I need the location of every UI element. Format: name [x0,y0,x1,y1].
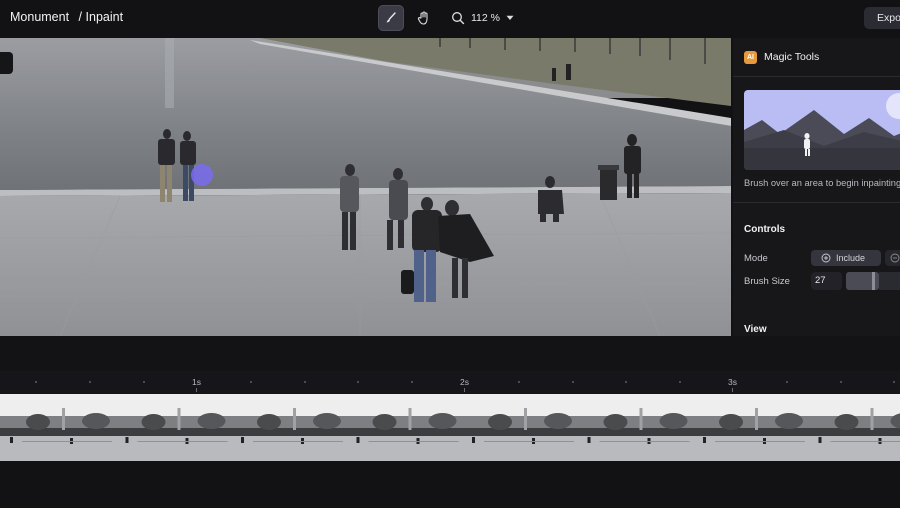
brush-icon [386,12,396,23]
slider-track[interactable] [879,272,900,290]
ruler-label-3s: 3s [728,377,737,387]
ruler-dot [893,381,895,383]
plus-circle-icon [821,253,831,263]
ruler-dot [679,381,681,383]
export-button[interactable]: Expo [864,7,900,29]
hand-tool-button[interactable] [411,5,437,31]
zoom-value: 112 % [471,12,500,24]
filmstrip-frames [0,394,900,461]
breadcrumb-separator: / [78,10,83,24]
ruler-dot [840,381,842,383]
brush-size-slider[interactable] [846,272,879,290]
inpaint-hint: Brush over an area to begin inpainting [744,178,900,188]
slider-thumb[interactable] [872,272,875,290]
filmstrip-frame [0,394,116,461]
controls-heading: Controls [744,224,786,235]
panel-title: Magic Tools [764,51,820,63]
mode-exclude-button[interactable] [885,250,900,266]
brush-tool-button[interactable] [378,5,404,31]
ruler-label-2s: 2s [460,377,469,387]
bottom-area [0,461,900,508]
magic-tools-icon: AI [744,51,757,64]
ruler-dot [572,381,574,383]
ruler-tick [464,388,465,392]
mode-include-button[interactable]: Include [811,250,881,266]
mountain-illustration-icon [744,90,900,170]
ruler-dot [250,381,252,383]
ruler-dot [518,381,520,383]
inpaint-illustration [744,90,900,170]
ruler-tick [196,388,197,392]
caret-down-icon [506,15,514,20]
ruler-dot [143,381,145,383]
mode-label: Mode [744,253,768,264]
zoom-control[interactable]: 112 % [445,5,520,31]
filmstrip-frame [346,394,463,461]
ruler-dot [786,381,788,383]
ruler-dot [357,381,359,383]
ruler-dot [625,381,627,383]
minus-circle-icon [890,253,900,263]
ruler-tick [732,388,733,392]
view-heading: View [744,324,767,335]
magic-tools-panel: AI Magic Tools Brush over an area to beg… [733,38,900,336]
canvas-side-handle[interactable] [0,52,13,74]
breadcrumb: Monument / Inpaint [10,10,123,24]
filmstrip-frame [231,394,347,461]
brush-size-input[interactable]: 27 [811,272,842,290]
top-bar: Monument / Inpaint 112 % Expo [0,0,900,37]
hand-icon [417,11,428,25]
magnifier-icon [452,12,465,25]
video-frame [0,38,731,336]
brush-size-label: Brush Size [744,276,790,287]
timeline-header-band [0,337,900,371]
ruler-dot [89,381,91,383]
filmstrip-frame [693,394,809,461]
breadcrumb-project[interactable]: Monument [10,10,69,24]
mode-include-label: Include [836,253,866,263]
breadcrumb-page[interactable]: Inpaint [86,10,124,24]
filmstrip-frame [808,394,900,461]
panel-divider [733,202,900,203]
ruler-dot [35,381,37,383]
filmstrip-frame [115,394,232,461]
filmstrip-frame [577,394,694,461]
filmstrip-frame [462,394,578,461]
panel-header: AI Magic Tools [733,38,900,77]
ruler-dot [411,381,413,383]
ruler-dot [304,381,306,383]
ruler-label-1s: 1s [192,377,201,387]
video-canvas[interactable] [0,38,731,336]
timeline-ruler[interactable]: 1s 2s 3s [0,371,900,394]
filmstrip[interactable] [0,394,900,461]
